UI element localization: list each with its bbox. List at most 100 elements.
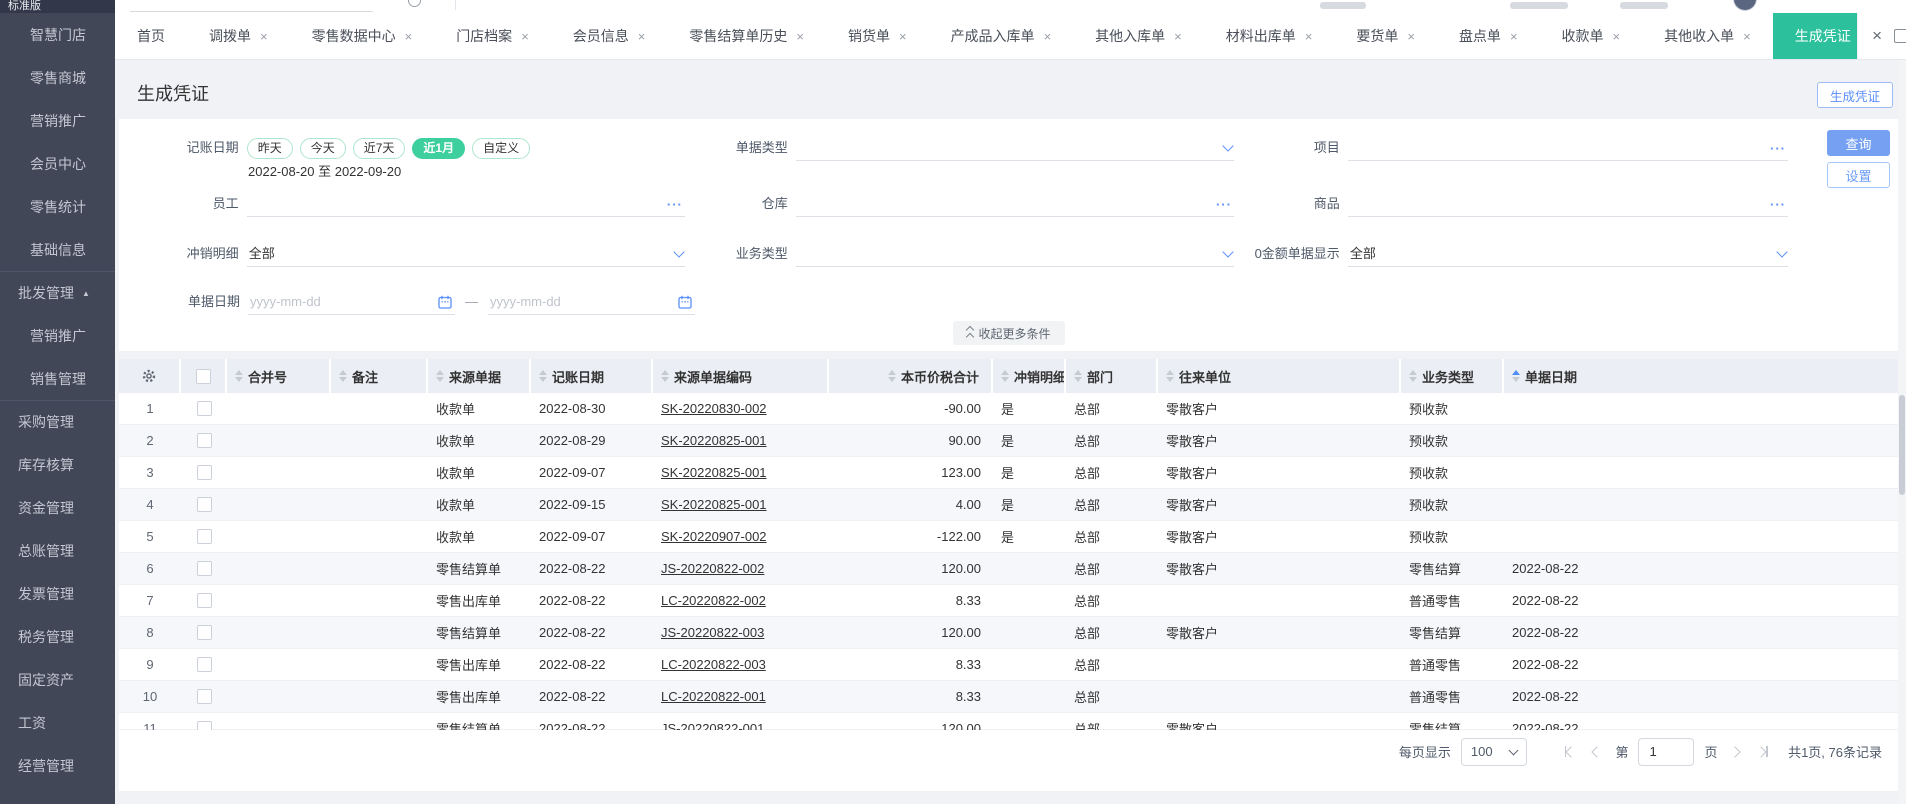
column-header-source-doc-code[interactable]: 来源单据编码 [653, 359, 829, 393]
tab[interactable]: 产成品入库单 × [929, 13, 1074, 59]
doc-date-to-input[interactable] [488, 289, 695, 315]
column-header-writeoff[interactable]: 冲销明细 [993, 359, 1066, 393]
sidebar-item[interactable]: 总账管理 [0, 529, 115, 572]
sidebar-item[interactable]: 营销推广 [0, 314, 115, 357]
column-header-select-all[interactable] [181, 359, 227, 393]
tab[interactable]: 其他入库单 × [1073, 13, 1204, 59]
tab-close-icon[interactable]: × [1613, 29, 1621, 44]
next-page-button[interactable] [1727, 745, 1743, 758]
sidebar-item[interactable]: 零售统计 [0, 185, 115, 228]
tab-list-icon[interactable] [1894, 29, 1906, 43]
user-avatar[interactable] [1733, 0, 1757, 11]
tab[interactable]: 零售结算单历史 × [667, 13, 826, 59]
doc-code-link[interactable]: SK-20220825-001 [661, 497, 767, 512]
query-button[interactable]: 查询 [1827, 130, 1890, 156]
doc-date-from-input[interactable] [248, 289, 455, 315]
date-preset-pill[interactable]: 昨天 [246, 137, 293, 159]
column-header-doc-date[interactable]: 单据日期 [1504, 359, 1898, 393]
sort-icons[interactable] [235, 370, 243, 382]
sidebar-item[interactable]: 销售管理 [0, 357, 115, 400]
employee-input[interactable]: ··· [246, 191, 685, 217]
employee-picker-ellipsis-icon[interactable]: ··· [667, 191, 683, 217]
tab[interactable]: 首页 [115, 13, 187, 59]
doc-code-link[interactable]: SK-20220825-001 [661, 433, 767, 448]
column-header-source-doc[interactable]: 来源单据 [428, 359, 531, 393]
sidebar-item[interactable]: 经营管理 [0, 744, 115, 787]
date-preset-pill[interactable]: 近7天 [352, 137, 406, 159]
doc-code-link[interactable]: LC-20220822-002 [661, 593, 766, 608]
sort-icons[interactable] [887, 370, 896, 382]
column-header-settings[interactable] [119, 359, 181, 393]
doc-code-link[interactable]: JS-20220822-001 [661, 721, 764, 730]
doc-code-link[interactable]: SK-20220825-001 [661, 465, 767, 480]
writeoff-detail-select[interactable]: 全部 [246, 241, 685, 267]
column-header-note[interactable]: 备注 [331, 359, 428, 393]
sort-icons[interactable] [661, 370, 669, 382]
tab-close-icon[interactable]: × [1510, 29, 1518, 44]
column-header-partner[interactable]: 往来单位 [1158, 359, 1401, 393]
per-page-select[interactable]: 100 [1460, 737, 1527, 766]
goods-picker-ellipsis-icon[interactable]: ··· [1770, 191, 1786, 217]
sidebar-item[interactable]: 智慧门店 [0, 13, 115, 56]
select-all-checkbox[interactable] [195, 368, 211, 384]
tab-close-icon[interactable]: × [1743, 29, 1751, 44]
sidebar-item[interactable]: 资金管理 [0, 486, 115, 529]
tab-close-icon[interactable]: × [1174, 29, 1182, 44]
column-header-booking-date[interactable]: 记账日期 [531, 359, 653, 393]
tab-close-icon[interactable]: × [796, 29, 804, 44]
row-checkbox[interactable] [196, 593, 212, 608]
first-page-button[interactable] [1561, 745, 1580, 758]
tab[interactable]: 其他收入单 × [1642, 13, 1773, 59]
sidebar-item[interactable]: 基础信息 [0, 228, 115, 271]
row-checkbox[interactable] [196, 465, 212, 480]
calendar-icon[interactable] [438, 295, 452, 312]
sort-icons[interactable] [1409, 370, 1417, 382]
doc-type-dropdown[interactable] [1222, 135, 1234, 161]
sort-icons[interactable] [436, 370, 444, 382]
topbar-help-icon[interactable] [408, 0, 421, 7]
doc-type-select[interactable] [795, 135, 1234, 161]
last-page-button[interactable] [1753, 745, 1772, 758]
row-checkbox[interactable] [196, 721, 212, 730]
project-picker-ellipsis-icon[interactable]: ··· [1770, 135, 1786, 161]
row-checkbox[interactable] [196, 529, 212, 544]
sidebar-item[interactable]: 批发管理 ▲ [0, 271, 115, 314]
tab-close-icon[interactable]: × [638, 29, 646, 44]
date-preset-pill[interactable]: 今天 [299, 137, 346, 159]
project-input[interactable]: ··· [1347, 135, 1788, 161]
zero-amount-dropdown[interactable] [1776, 241, 1788, 267]
row-checkbox[interactable] [196, 625, 212, 640]
collapse-more-filters-button[interactable]: 收起更多条件 [952, 321, 1065, 345]
sort-icons[interactable] [1074, 370, 1082, 382]
tab-close-icon[interactable]: × [899, 29, 907, 44]
calendar-icon[interactable] [678, 295, 692, 312]
prev-page-button[interactable] [1589, 745, 1605, 758]
close-all-tabs-icon[interactable]: × [1872, 26, 1882, 46]
tab-close-icon[interactable]: × [405, 29, 413, 44]
topbar-menu-icon[interactable] [1620, 2, 1668, 9]
column-header-merge-no[interactable]: 合并号 [227, 359, 331, 393]
row-checkbox[interactable] [196, 401, 212, 416]
doc-code-link[interactable]: JS-20220822-002 [661, 561, 764, 576]
date-preset-pill[interactable]: 自定义 [472, 137, 531, 159]
tab-close-icon[interactable]: × [1305, 29, 1313, 44]
sort-icons[interactable] [1512, 370, 1520, 382]
tab-close-icon[interactable]: × [260, 29, 268, 44]
zero-amount-select[interactable]: 全部 [1347, 241, 1788, 267]
tab[interactable]: 调拨单 × [187, 13, 290, 59]
sidebar-item[interactable]: 固定资产 [0, 658, 115, 701]
date-preset-pill[interactable]: 近1月 [412, 137, 466, 159]
page-scrollbar[interactable] [1898, 60, 1906, 804]
topbar-appcenter-icon[interactable] [1510, 2, 1568, 9]
tab[interactable]: 盘点单 × [1437, 13, 1540, 59]
tab-close-icon[interactable]: × [1044, 29, 1052, 44]
sort-icons[interactable] [1001, 370, 1009, 382]
sort-icons[interactable] [539, 370, 547, 382]
goods-input[interactable]: ··· [1347, 191, 1788, 217]
tab[interactable]: 零售数据中心 × [290, 13, 435, 59]
doc-code-link[interactable]: SK-20220830-002 [661, 401, 767, 416]
column-header-amount[interactable]: 本币价税合计 [829, 359, 993, 393]
scrollbar-thumb[interactable] [1899, 395, 1905, 495]
tab-close-icon[interactable]: × [1407, 29, 1415, 44]
generate-voucher-button[interactable]: 生成凭证 [1816, 82, 1893, 108]
